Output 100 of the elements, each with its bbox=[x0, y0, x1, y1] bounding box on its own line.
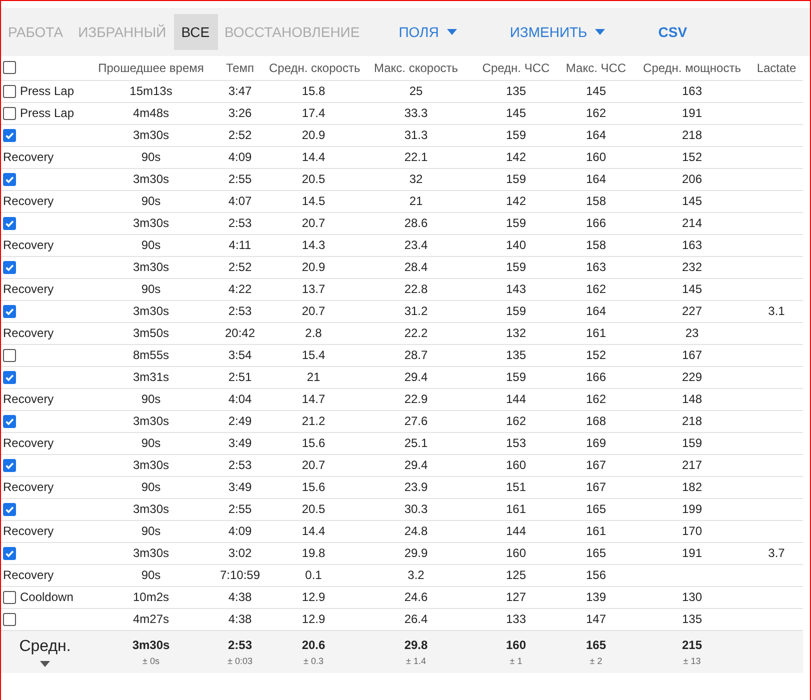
checkbox[interactable] bbox=[3, 414, 16, 428]
table-cell: 4:07 bbox=[228, 194, 252, 208]
table-cell: 169 bbox=[586, 436, 606, 450]
table-cell: 20.7 bbox=[302, 458, 326, 472]
table-cell: 158 bbox=[586, 194, 606, 208]
table-cell: 159 bbox=[506, 304, 526, 318]
table-cell: 159 bbox=[506, 172, 526, 186]
table-cell: 151 bbox=[506, 480, 526, 494]
lap-label: Recovery bbox=[3, 436, 54, 450]
column-header[interactable]: Прошедшее время bbox=[98, 60, 204, 75]
table-cell: 21.2 bbox=[302, 414, 326, 428]
table-cell: 132 bbox=[506, 326, 526, 340]
table-cell: 135 bbox=[506, 84, 526, 98]
table-cell: 127 bbox=[506, 590, 526, 604]
checkbox[interactable] bbox=[3, 84, 16, 98]
column-header[interactable]: Средн. скорость bbox=[269, 60, 360, 75]
table-cell: 152 bbox=[682, 150, 702, 164]
lap-label: Cooldown bbox=[20, 590, 74, 604]
table-cell: 165 bbox=[586, 502, 606, 516]
table-cell: 166 bbox=[586, 216, 606, 230]
table-cell: 3m30s bbox=[132, 502, 170, 516]
table-cell: 27.6 bbox=[404, 414, 428, 428]
tab[interactable]: ВСЕ bbox=[174, 14, 218, 50]
checkbox[interactable] bbox=[3, 260, 16, 274]
average-value: 3m30s bbox=[131, 638, 171, 652]
checkbox[interactable] bbox=[3, 370, 16, 384]
lap-label: Recovery bbox=[3, 480, 54, 494]
table-cell: 24.8 bbox=[404, 524, 428, 538]
table-cell: 143 bbox=[506, 282, 526, 296]
table-cell: 159 bbox=[682, 436, 702, 450]
table-cell: 90s bbox=[141, 480, 161, 494]
table-cell: 4:11 bbox=[228, 238, 252, 252]
table-cell: 29.9 bbox=[404, 546, 428, 560]
checkbox[interactable] bbox=[3, 106, 16, 120]
table-cell: 20:42 bbox=[224, 326, 256, 340]
table-cell: 4:38 bbox=[228, 590, 252, 604]
column-header[interactable]: Макс. скорость bbox=[374, 60, 458, 75]
checkbox[interactable] bbox=[3, 348, 16, 362]
caret-icon[interactable] bbox=[40, 660, 50, 666]
table-cell: 163 bbox=[682, 84, 702, 98]
csv-button[interactable]: CSV bbox=[651, 14, 696, 50]
table-cell: 3:49 bbox=[228, 480, 252, 494]
average-value: 20.6 bbox=[300, 638, 326, 652]
table-cell: 164 bbox=[586, 172, 606, 186]
table-cell: 22.8 bbox=[404, 282, 428, 296]
lap-label: Recovery bbox=[3, 282, 54, 296]
table-cell: 161 bbox=[586, 524, 606, 538]
column-header[interactable]: Средн. ЧСС bbox=[482, 60, 550, 75]
checkbox[interactable] bbox=[3, 172, 16, 186]
table-cell: 199 bbox=[682, 502, 702, 516]
checkbox[interactable] bbox=[3, 128, 16, 142]
checkbox[interactable] bbox=[3, 61, 16, 74]
table-cell: 3:02 bbox=[228, 546, 252, 560]
table-cell: 15.6 bbox=[302, 480, 326, 494]
table-cell: 12.9 bbox=[302, 612, 326, 626]
table-cell: 3:26 bbox=[228, 106, 252, 120]
table-cell: 168 bbox=[586, 414, 606, 428]
lap-label: Recovery bbox=[3, 326, 54, 340]
table-cell: 2.8 bbox=[305, 326, 322, 340]
table-cell: 20.7 bbox=[302, 304, 326, 318]
table-cell: 167 bbox=[586, 480, 606, 494]
table-cell: 3m30s bbox=[132, 216, 170, 230]
lap-label: Press Lap bbox=[20, 84, 74, 98]
column-header[interactable]: Lactate bbox=[756, 60, 796, 75]
column-header[interactable]: Макс. ЧСС bbox=[566, 60, 626, 75]
table-cell: 10m2s bbox=[132, 590, 170, 604]
table-cell: 4:22 bbox=[228, 282, 252, 296]
table-cell: 90s bbox=[141, 524, 161, 538]
checkbox[interactable] bbox=[3, 612, 16, 626]
table-cell: 28.7 bbox=[404, 348, 428, 362]
column-header[interactable]: Темп bbox=[226, 60, 254, 75]
table-cell: 161 bbox=[506, 502, 526, 516]
column-header[interactable]: Средн. мощность bbox=[643, 60, 741, 75]
table-cell: 8m55s bbox=[132, 348, 170, 362]
checkbox[interactable] bbox=[3, 304, 16, 318]
table-cell: 135 bbox=[506, 348, 526, 362]
table-cell: 182 bbox=[682, 480, 702, 494]
table-cell: 159 bbox=[506, 128, 526, 142]
table-cell: 206 bbox=[682, 172, 702, 186]
checkbox[interactable] bbox=[3, 590, 16, 604]
table-cell: 218 bbox=[682, 414, 702, 428]
table-cell: 2:51 bbox=[228, 370, 252, 384]
table-cell: 130 bbox=[682, 590, 702, 604]
checkbox[interactable] bbox=[3, 216, 16, 230]
dropdown-button[interactable]: ИЗМЕНИТЬ bbox=[502, 14, 614, 50]
checkbox[interactable] bbox=[3, 546, 16, 560]
checkbox[interactable] bbox=[3, 502, 16, 516]
table-cell: 29.4 bbox=[404, 458, 428, 472]
table-cell: 159 bbox=[506, 216, 526, 230]
checkbox[interactable] bbox=[3, 458, 16, 472]
table-cell: 21 bbox=[306, 370, 320, 384]
table-cell: 3:54 bbox=[228, 348, 252, 362]
dropdown-button[interactable]: ПОЛЯ bbox=[392, 14, 465, 50]
table-cell: 2:53 bbox=[228, 216, 252, 230]
table-cell: 0.1 bbox=[305, 568, 322, 582]
table-cell: 7:10:59 bbox=[220, 568, 260, 582]
table-cell: 90s bbox=[141, 282, 161, 296]
table-cell: 2:52 bbox=[228, 128, 252, 142]
table-cell: 148 bbox=[682, 392, 702, 406]
table-cell: 19.8 bbox=[302, 546, 326, 560]
